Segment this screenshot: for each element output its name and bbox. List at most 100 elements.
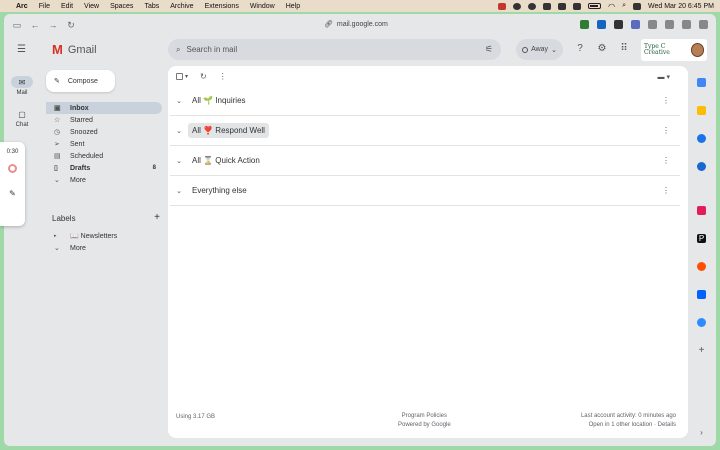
chevron-down-icon: ▾ [185, 74, 189, 80]
status-icon-4[interactable] [558, 2, 567, 10]
last-activity: Last account activity: 0 minutes ago [580, 413, 676, 419]
rail-chat[interactable]: ▢ Chat [8, 108, 36, 129]
label-name: 📖 Newsletters [70, 233, 118, 240]
more-vertical-icon[interactable]: ⋮ [662, 126, 670, 135]
compose-button[interactable]: ✎ Compose [46, 70, 115, 92]
search-icon[interactable]: ⌕ [176, 45, 180, 55]
slack-app-icon[interactable] [697, 206, 706, 215]
nav-scheduled[interactable]: ▤ Scheduled [46, 150, 162, 162]
dropbox-app-icon[interactable] [697, 290, 706, 299]
extension-icon-8[interactable] [699, 20, 708, 29]
extension-icon-2[interactable] [597, 20, 606, 29]
nav-starred[interactable]: ☆ Starred [46, 114, 162, 126]
calendar-app-icon[interactable] [697, 78, 706, 87]
back-icon[interactable]: ← [28, 20, 42, 30]
search-input[interactable] [186, 45, 447, 54]
menu-edit[interactable]: Edit [61, 3, 73, 10]
status-icon-2[interactable] [528, 2, 537, 10]
chevron-right-icon[interactable]: › [697, 428, 706, 437]
refresh-icon[interactable]: ↻ [200, 72, 207, 81]
tasks-app-icon[interactable] [697, 134, 706, 143]
account-badge[interactable]: Type C Creative [641, 39, 707, 61]
contacts-app-icon[interactable] [697, 162, 706, 171]
extension-icon-7[interactable] [682, 20, 691, 29]
more-vertical-icon[interactable]: ⋮ [219, 72, 227, 81]
more-vertical-icon[interactable]: ⋮ [662, 156, 670, 165]
settings-gear-icon[interactable]: ⚙ [596, 43, 608, 55]
nav-more[interactable]: ⌄ More [46, 174, 162, 186]
section-everything-else[interactable]: ⌄ Everything else ⋮ [170, 176, 680, 206]
keep-app-icon[interactable] [697, 106, 706, 115]
menu-view[interactable]: View [84, 3, 99, 10]
status-label: Away [531, 46, 549, 53]
schedule-icon: ▤ [54, 153, 61, 160]
split-pane-toggle[interactable]: ▬ ▾ [658, 73, 670, 81]
program-policies-link[interactable]: Program Policies [398, 412, 451, 421]
status-icon-3[interactable] [543, 2, 552, 10]
pencil-icon[interactable]: ✎ [0, 189, 25, 198]
status-icon-5[interactable] [573, 2, 582, 10]
record-status-icon[interactable] [498, 2, 507, 10]
menu-file[interactable]: File [39, 3, 50, 10]
extension-icon-1[interactable] [580, 20, 589, 29]
section-respond-well[interactable]: ⌄ All ❣️ Respond Well ⋮ [170, 116, 680, 146]
url-display[interactable]: 🔗︎ mail.google.com [324, 20, 388, 29]
zoom-app-icon[interactable] [697, 318, 706, 327]
menu-extensions[interactable]: Extensions [205, 3, 239, 10]
control-center-icon[interactable] [632, 2, 641, 10]
search-spotlight-icon[interactable]: ⌕ [622, 2, 626, 10]
extension-icon-5[interactable] [648, 20, 657, 29]
stop-recording-icon[interactable] [8, 164, 17, 173]
select-checkbox [176, 73, 183, 80]
add-app-icon[interactable]: + [697, 346, 706, 356]
producthunt-app-icon[interactable]: P [697, 234, 706, 243]
powered-by-google: Powered by Google [398, 422, 451, 428]
nav-inbox[interactable]: ▣ Inbox [46, 102, 162, 114]
menu-clock[interactable]: Wed Mar 20 6:45 PM [648, 3, 714, 10]
nav-snoozed[interactable]: ◷ Snoozed [46, 126, 162, 138]
chevron-down-icon[interactable]: ⌄ [170, 127, 188, 135]
chevron-down-icon[interactable]: ⌄ [170, 97, 188, 105]
menu-app-name[interactable]: Arc [16, 3, 28, 10]
sidebar-toggle-icon[interactable]: ▭ [10, 20, 24, 31]
menu-archive[interactable]: Archive [170, 3, 193, 10]
chevron-down-icon[interactable]: ⌄ [170, 157, 188, 165]
avatar [690, 43, 704, 57]
label-newsletters[interactable]: ▸ 📖 Newsletters [46, 230, 162, 242]
section-inquiries[interactable]: ⌄ All 🌱 Inquiries ⋮ [170, 86, 680, 116]
activity-details-link[interactable]: Open in 1 other location · Details [581, 421, 676, 430]
menu-tabs[interactable]: Tabs [144, 3, 159, 10]
chevron-down-icon[interactable]: ⌄ [170, 187, 188, 195]
link-icon: 🔗︎ [324, 21, 333, 28]
caret-right-icon[interactable]: ▸ [54, 233, 64, 239]
rail-mail[interactable]: ✉ Mail [8, 76, 36, 96]
mail-icon: ✉ [11, 76, 33, 88]
extension-icon-4[interactable] [631, 20, 640, 29]
apps-grid-icon[interactable]: ⠿ [618, 43, 630, 55]
send-icon: ➢ [54, 141, 60, 148]
menu-spaces[interactable]: Spaces [110, 3, 133, 10]
gmail-logo[interactable]: M Gmail [52, 42, 97, 57]
labels-more[interactable]: ⌄ More [46, 242, 162, 254]
nav-sent[interactable]: ➢ Sent [46, 138, 162, 150]
status-button[interactable]: Away ⌄ [516, 39, 563, 60]
reload-icon[interactable]: ↻ [64, 20, 78, 31]
main-menu-icon[interactable]: ☰ [17, 44, 26, 55]
forward-icon[interactable]: → [46, 20, 60, 30]
select-all-control[interactable]: ▾ [176, 73, 188, 80]
battery-icon[interactable] [588, 3, 602, 9]
wifi-icon[interactable]: ◠ [608, 2, 615, 11]
add-label-icon[interactable]: + [154, 213, 160, 223]
extension-icon-3[interactable] [614, 20, 623, 29]
menu-help[interactable]: Help [286, 3, 300, 10]
status-icon-1[interactable] [513, 2, 522, 10]
help-icon[interactable]: ? [574, 43, 586, 55]
extension-icon-6[interactable] [665, 20, 674, 29]
more-vertical-icon[interactable]: ⋮ [662, 186, 670, 195]
section-quick-action[interactable]: ⌄ All ⌛ Quick Action ⋮ [170, 146, 680, 176]
more-vertical-icon[interactable]: ⋮ [662, 96, 670, 105]
search-options-icon[interactable]: ⚟ [485, 44, 493, 55]
zapier-app-icon[interactable] [697, 262, 706, 271]
menu-window[interactable]: Window [250, 3, 275, 10]
nav-drafts[interactable]: ▯ Drafts 8 [46, 162, 162, 174]
